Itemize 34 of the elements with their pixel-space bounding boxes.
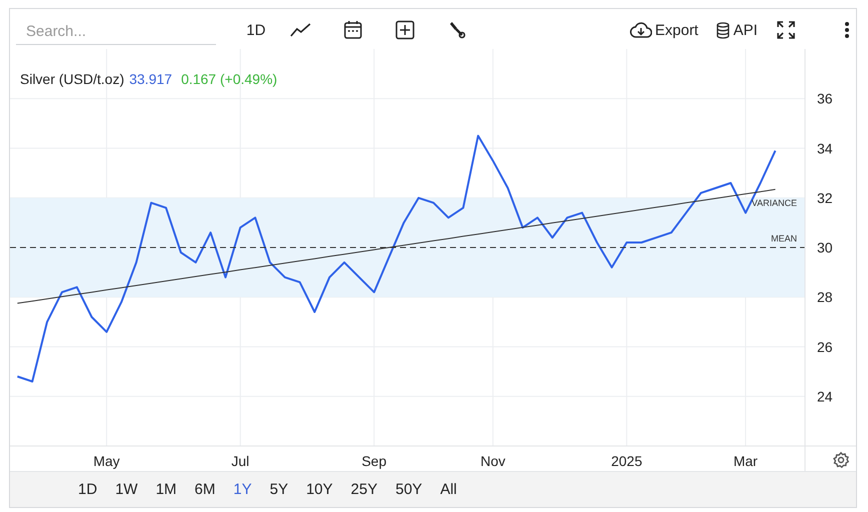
range-button[interactable]: 25Y bbox=[342, 477, 386, 502]
range-button[interactable]: 1W bbox=[107, 477, 146, 502]
x-axis-label: May bbox=[93, 453, 120, 469]
x-axis-label: Nov bbox=[480, 453, 506, 469]
legend-change: 0.167 (+0.49%) bbox=[181, 71, 278, 87]
database-icon bbox=[716, 22, 730, 38]
range-button[interactable]: 1M bbox=[148, 477, 185, 502]
range-button[interactable]: 1D bbox=[70, 477, 106, 502]
y-axis-label: 26 bbox=[817, 338, 833, 355]
settings-icon[interactable] bbox=[833, 452, 850, 468]
interval-button[interactable]: 1D bbox=[240, 15, 272, 45]
cloud-download-icon bbox=[630, 22, 652, 38]
legend-name: Silver (USD/t.oz) bbox=[20, 71, 124, 87]
y-axis-label: 30 bbox=[817, 240, 833, 256]
mean-label: MEAN bbox=[770, 234, 797, 244]
y-axis-label: 28 bbox=[817, 289, 833, 306]
range-button[interactable]: 50Y bbox=[388, 477, 430, 502]
y-axis-label: 36 bbox=[817, 90, 833, 107]
range-button[interactable]: 10Y bbox=[298, 477, 341, 502]
band-label: VARIANCE bbox=[752, 198, 797, 208]
export-button[interactable]: Export bbox=[622, 15, 706, 45]
legend-price: 33.917 bbox=[129, 71, 172, 87]
x-axis-label: Sep bbox=[362, 453, 387, 469]
api-button[interactable]: API bbox=[708, 15, 766, 45]
y-axis-label: 24 bbox=[817, 388, 833, 404]
x-axis-label: Jul bbox=[231, 453, 250, 469]
x-axis-label: 2025 bbox=[611, 453, 642, 469]
range-button[interactable]: 5Y bbox=[262, 477, 296, 502]
x-axis-label: Mar bbox=[734, 453, 758, 469]
y-axis-label: 32 bbox=[817, 190, 833, 206]
range-button[interactable]: 6M bbox=[186, 477, 224, 502]
y-axis-label: 34 bbox=[817, 140, 833, 156]
range-button[interactable]: All bbox=[432, 477, 465, 502]
range-button[interactable]: 1Y bbox=[225, 477, 260, 502]
